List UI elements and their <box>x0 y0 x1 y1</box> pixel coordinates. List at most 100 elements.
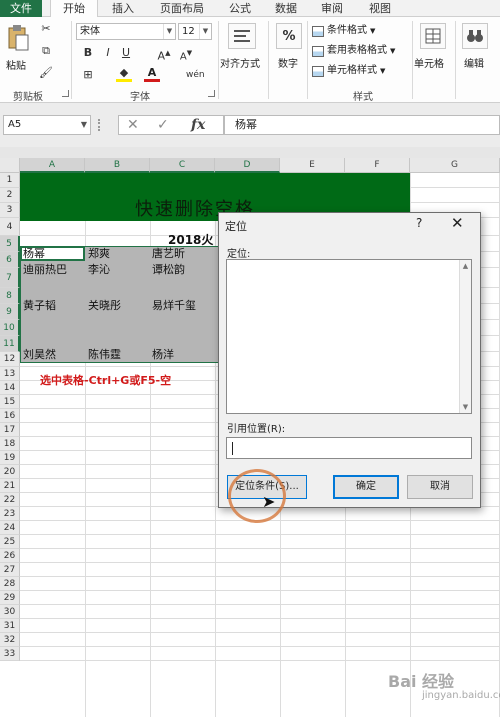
row-header-28[interactable]: 28 <box>0 577 20 591</box>
cell-b8[interactable]: 关晓彤 <box>88 299 121 313</box>
column-header-f[interactable]: F <box>345 158 410 173</box>
cell-c8[interactable]: 易烊千玺 <box>152 299 196 313</box>
italic-button[interactable]: I <box>100 45 116 61</box>
tab-review[interactable]: 审阅 <box>312 0 352 17</box>
cancel-icon[interactable]: ✕ <box>127 116 139 134</box>
editing-label[interactable]: 编辑 <box>464 55 484 70</box>
row-header-31[interactable]: 31 <box>0 619 20 633</box>
column-header-a[interactable]: A <box>20 158 85 173</box>
row-header-21[interactable]: 21 <box>0 479 20 493</box>
tab-file[interactable]: 文件 <box>0 0 42 17</box>
goto-list[interactable]: ▲ ▼ <box>226 259 472 414</box>
row-header-12[interactable]: 12 <box>0 352 20 367</box>
row-header-27[interactable]: 27 <box>0 563 20 577</box>
tab-data[interactable]: 数据 <box>266 0 306 17</box>
row-header-7[interactable]: 7 <box>0 268 20 288</box>
column-header-b[interactable]: B <box>85 158 150 173</box>
fill-color-icon[interactable]: ◆ <box>116 67 132 83</box>
formula-input[interactable]: 杨幂 <box>224 115 500 135</box>
borders-icon[interactable]: ⊞ <box>80 67 96 83</box>
tab-page-layout[interactable]: 页面布局 <box>150 0 214 17</box>
select-all-corner[interactable] <box>0 158 20 173</box>
function-icon[interactable]: fx <box>191 116 205 134</box>
row-header-32[interactable]: 32 <box>0 633 20 647</box>
number-format-button[interactable]: % <box>276 23 302 49</box>
scroll-up-icon[interactable]: ▲ <box>460 260 471 272</box>
format-as-table-button[interactable]: 套用表格格式 ▼ <box>312 43 395 59</box>
paste-button[interactable] <box>4 23 32 53</box>
row-header-33[interactable]: 33 <box>0 647 20 661</box>
format-painter-icon[interactable]: 🖌 <box>38 65 54 81</box>
column-header-c[interactable]: C <box>150 158 215 173</box>
bold-button[interactable]: B <box>80 45 96 61</box>
cells-icon[interactable] <box>420 23 446 49</box>
list-scrollbar[interactable]: ▲ ▼ <box>459 260 471 413</box>
row-header-1[interactable]: 1 <box>0 173 20 188</box>
row-header-3[interactable]: 3 <box>0 203 20 218</box>
increase-font-icon[interactable]: A▲ <box>156 45 172 63</box>
alignment-label[interactable]: 对齐方式 <box>220 55 260 70</box>
underline-button[interactable]: U <box>118 45 134 61</box>
formula-bar-grip[interactable] <box>98 119 101 131</box>
row-header-20[interactable]: 20 <box>0 465 20 479</box>
cell-a8[interactable]: 黄子韬 <box>23 299 56 313</box>
cell-b5[interactable]: 郑爽 <box>88 247 110 261</box>
alignment-icon[interactable] <box>228 23 256 49</box>
conditional-format-button[interactable]: 条件格式 ▼ <box>312 23 375 39</box>
row-header-4[interactable]: 4 <box>0 218 20 236</box>
copy-icon[interactable]: ⧉ <box>38 43 54 59</box>
row-header-18[interactable]: 18 <box>0 437 20 451</box>
cell-c11[interactable]: 杨洋 <box>152 348 174 362</box>
font-launcher[interactable] <box>208 90 215 97</box>
cancel-button[interactable]: 取消 <box>407 475 473 499</box>
row-header-22[interactable]: 22 <box>0 493 20 507</box>
cut-icon[interactable]: ✂ <box>38 21 54 37</box>
row-header-23[interactable]: 23 <box>0 507 20 521</box>
row-header-6[interactable]: 6 <box>0 252 20 268</box>
row-header-9[interactable]: 9 <box>0 304 20 320</box>
scroll-down-icon[interactable]: ▼ <box>460 401 471 413</box>
number-label[interactable]: 数字 <box>278 55 298 70</box>
name-box[interactable]: A5 ▼ <box>3 115 91 135</box>
font-name-combo[interactable]: 宋体 ▼ <box>76 23 176 40</box>
reference-input[interactable] <box>226 437 472 459</box>
tab-formulas[interactable]: 公式 <box>220 0 260 17</box>
cell-c6[interactable]: 谭松韵 <box>152 263 185 277</box>
tab-insert[interactable]: 插入 <box>103 0 143 17</box>
close-button[interactable]: ✕ <box>451 214 464 232</box>
tab-view[interactable]: 视图 <box>360 0 400 17</box>
row-header-11[interactable]: 11 <box>0 336 20 352</box>
row-header-13[interactable]: 13 <box>0 367 20 381</box>
cell-a11[interactable]: 刘昊然 <box>23 348 56 362</box>
row-header-17[interactable]: 17 <box>0 423 20 437</box>
cell-styles-button[interactable]: 单元格样式 ▼ <box>312 63 385 79</box>
row-header-15[interactable]: 15 <box>0 395 20 409</box>
help-button[interactable]: ? <box>416 216 422 230</box>
row-header-2[interactable]: 2 <box>0 188 20 203</box>
row-header-8[interactable]: 8 <box>0 288 20 304</box>
font-color-icon[interactable]: A <box>144 67 160 83</box>
cell-a5[interactable]: 杨幂 <box>23 247 45 261</box>
row-header-29[interactable]: 29 <box>0 591 20 605</box>
font-size-combo[interactable]: 12 ▼ <box>178 23 212 40</box>
phonetic-icon[interactable]: wén <box>186 67 205 83</box>
column-header-g[interactable]: G <box>410 158 500 173</box>
row-header-14[interactable]: 14 <box>0 381 20 395</box>
column-header-d[interactable]: D <box>215 158 280 173</box>
row-header-5[interactable]: 5 <box>0 236 20 252</box>
row-header-19[interactable]: 19 <box>0 451 20 465</box>
find-icon[interactable] <box>462 23 488 49</box>
cell-c5[interactable]: 唐艺昕 <box>152 247 185 261</box>
clipboard-launcher[interactable] <box>62 90 69 97</box>
ok-button[interactable]: 确定 <box>333 475 399 499</box>
cell-b6[interactable]: 李沁 <box>88 263 110 277</box>
decrease-font-icon[interactable]: A▼ <box>178 45 194 62</box>
cell-a6[interactable]: 迪丽热巴 <box>23 263 67 277</box>
cell-b11[interactable]: 陈伟霆 <box>88 348 121 362</box>
row-header-10[interactable]: 10 <box>0 320 20 336</box>
row-header-26[interactable]: 26 <box>0 549 20 563</box>
cells-label[interactable]: 单元格 <box>414 55 444 70</box>
column-header-e[interactable]: E <box>280 158 345 173</box>
row-header-24[interactable]: 24 <box>0 521 20 535</box>
row-header-16[interactable]: 16 <box>0 409 20 423</box>
